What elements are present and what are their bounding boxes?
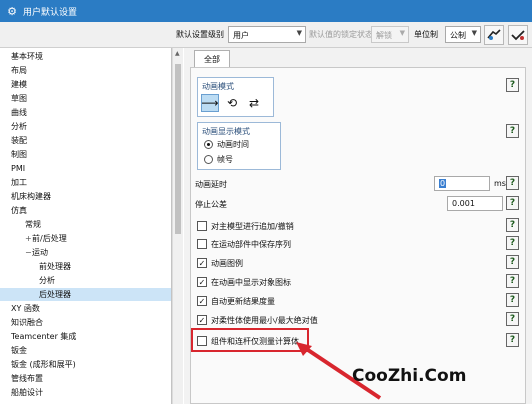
annotation-arrow: [296, 342, 382, 400]
watermark: CooZhi.Com: [352, 366, 467, 386]
